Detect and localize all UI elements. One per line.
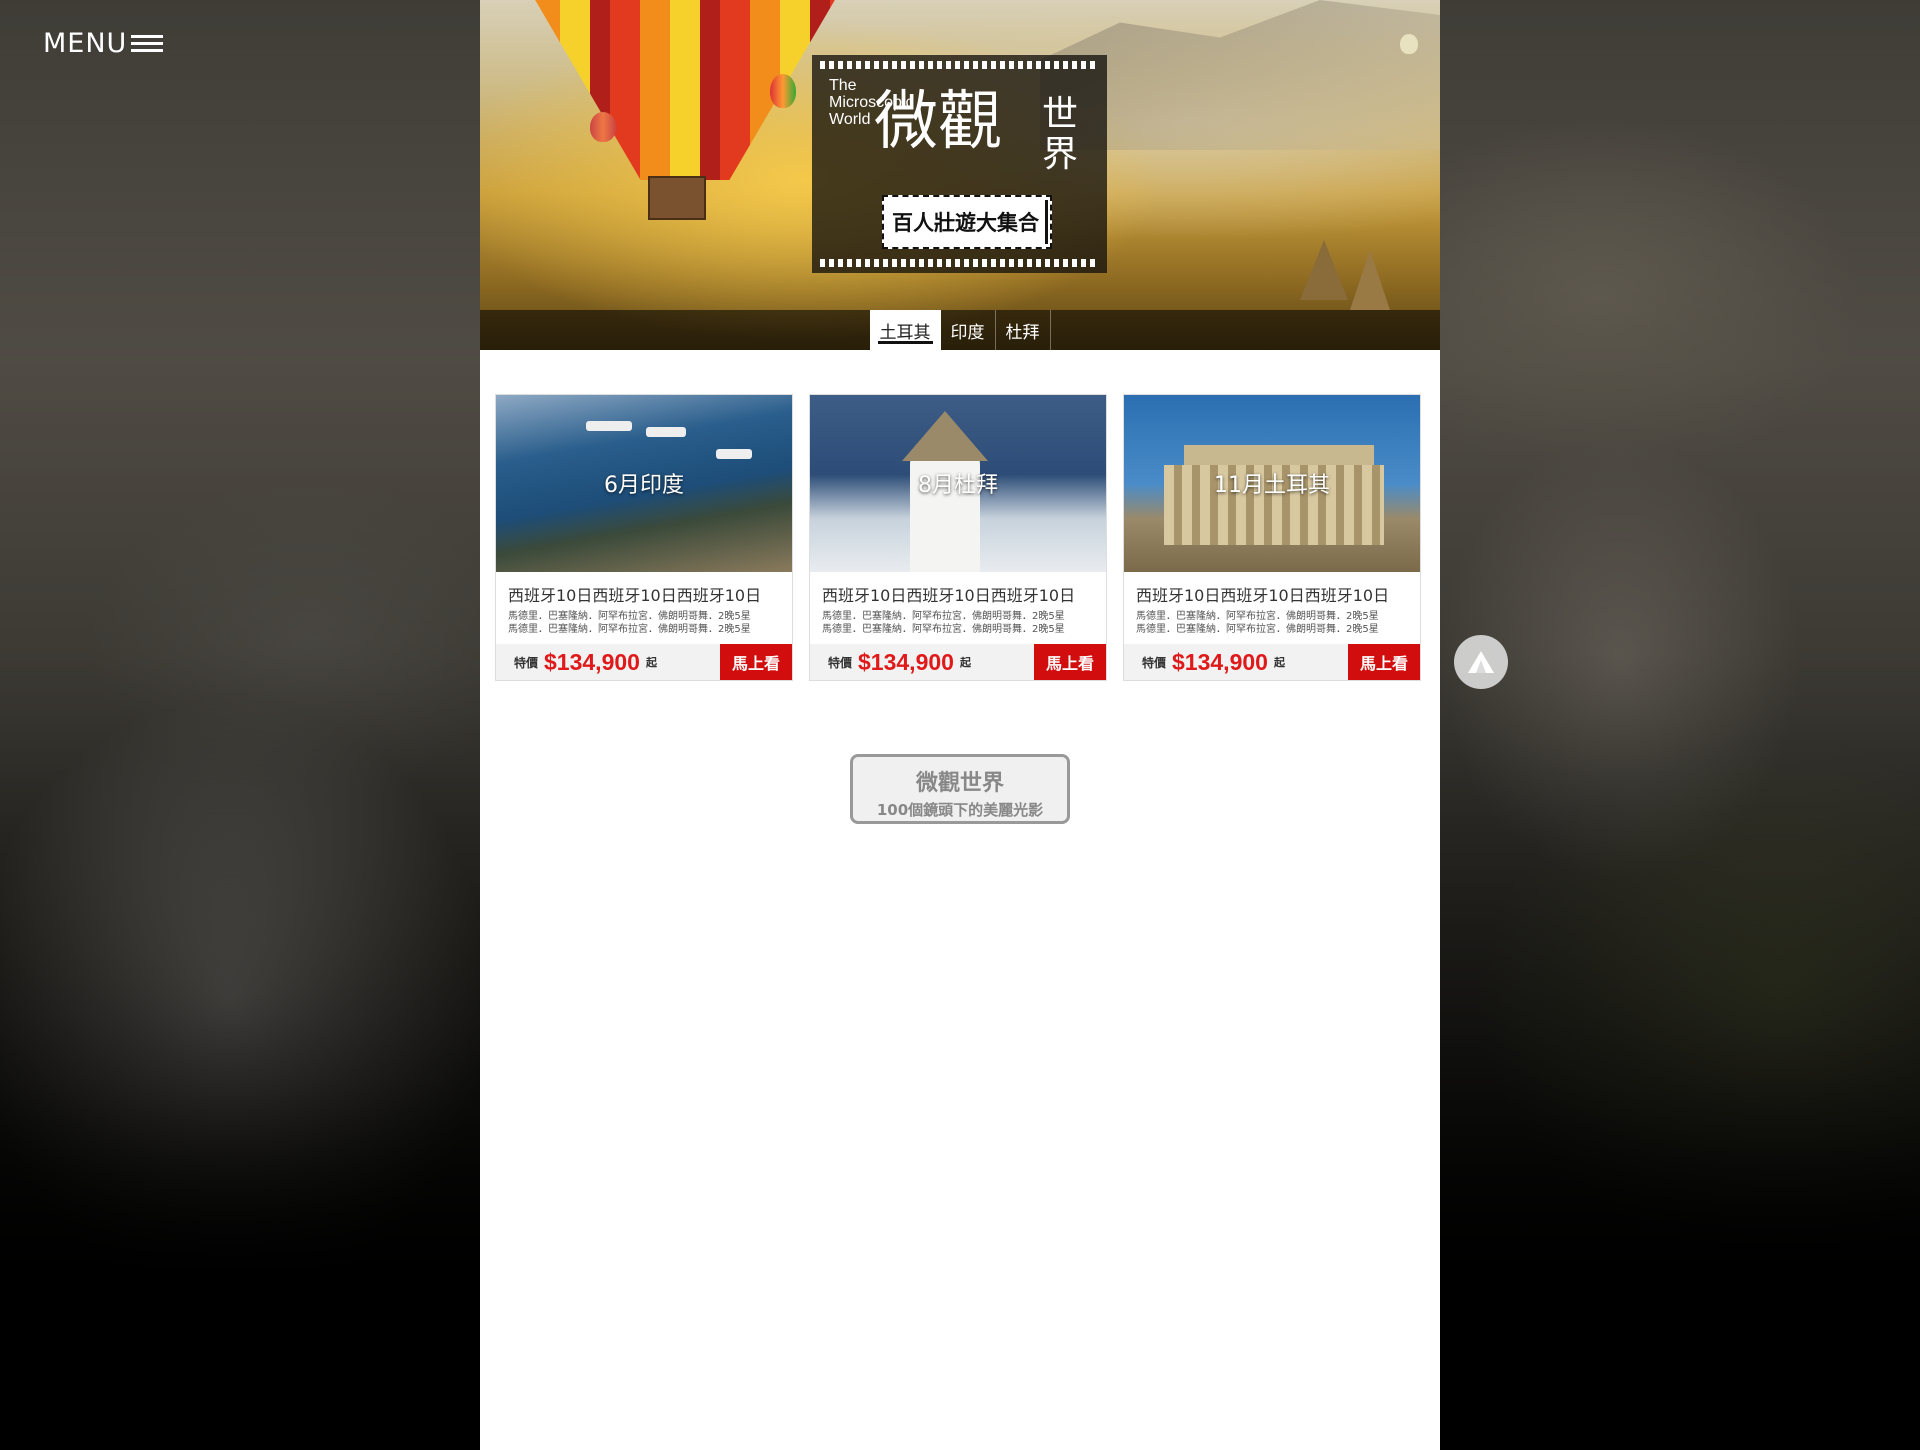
site-logo: The Microscopic World 微觀 世界 百人壯遊大集合 <box>812 55 1107 273</box>
logo-tagline-box: 百人壯遊大集合 <box>882 195 1052 249</box>
windmill-roof <box>902 411 988 461</box>
small-balloon <box>1400 34 1418 54</box>
ship-shape <box>586 421 632 431</box>
destination-tabs: 土耳其 印度 杜拜 <box>480 310 1440 350</box>
price-block: 特價 $134,900 起 <box>496 649 657 676</box>
tour-card-image: 6月印度 <box>496 395 792 572</box>
price-value: $134,900 <box>544 648 640 675</box>
tour-card-footer: 特價 $134,900 起 馬上看 <box>1124 644 1420 680</box>
menu-button[interactable]: MENU <box>43 28 164 59</box>
price-suffix: 起 <box>959 656 971 669</box>
view-now-button[interactable]: 馬上看 <box>1034 644 1106 680</box>
tour-card-desc: 馬德里．巴塞隆納．阿罕布拉宮．佛朗明哥舞．2晚5星 <box>822 624 1065 635</box>
price-label: 特價 <box>514 655 539 670</box>
price-block: 特價 $134,900 起 <box>810 649 971 676</box>
ship-shape <box>716 449 752 459</box>
tour-card[interactable]: 11月土耳其 西班牙10日西班牙10日西班牙10日 馬德里．巴塞隆納．阿罕布拉宮… <box>1123 394 1421 681</box>
small-balloon <box>770 74 796 108</box>
text-cursor <box>1045 200 1048 244</box>
tab-turkey[interactable]: 土耳其 <box>869 310 941 350</box>
film-strip-top <box>820 61 1099 69</box>
price-suffix: 起 <box>645 656 657 669</box>
tour-card-footer: 特價 $134,900 起 馬上看 <box>496 644 792 680</box>
microscopic-world-button[interactable]: 微觀世界 100個鏡頭下的美麗光影 <box>850 754 1070 824</box>
tour-card[interactable]: 6月印度 西班牙10日西班牙10日西班牙10日 馬德里．巴塞隆納．阿罕布拉宮．佛… <box>495 394 793 681</box>
price-label: 特價 <box>1142 655 1167 670</box>
logo-side-text: 世界 <box>1042 94 1079 175</box>
tour-card-caption: 11月土耳其 <box>1214 473 1330 498</box>
ship-shape <box>646 427 686 437</box>
tab-label: 土耳其 <box>879 322 931 343</box>
price-label: 特價 <box>828 655 853 670</box>
tour-card-title: 西班牙10日西班牙10日西班牙10日 <box>822 586 1076 605</box>
tour-card-desc: 馬德里．巴塞隆納．阿罕布拉宮．佛朗明哥舞．2晚5星 <box>508 611 751 622</box>
tour-card-footer: 特價 $134,900 起 馬上看 <box>810 644 1106 680</box>
view-now-button[interactable]: 馬上看 <box>720 644 792 680</box>
tour-card-list: 6月印度 西班牙10日西班牙10日西班牙10日 馬德里．巴塞隆納．阿罕布拉宮．佛… <box>495 394 1421 681</box>
price-value: $134,900 <box>1172 648 1268 675</box>
tour-card-desc: 馬德里．巴塞隆納．阿罕布拉宮．佛朗明哥舞．2晚5星 <box>1136 611 1379 622</box>
tour-card-desc: 馬德里．巴塞隆納．阿罕布拉宮．佛朗明哥舞．2晚5星 <box>508 624 751 635</box>
fairy-chimney-rock <box>1300 240 1348 300</box>
tour-card-caption: 8月杜拜 <box>918 473 998 498</box>
tab-label: 杜拜 <box>1005 322 1040 343</box>
price-block: 特價 $134,900 起 <box>1124 649 1285 676</box>
tour-card-title: 西班牙10日西班牙10日西班牙10日 <box>1136 586 1390 605</box>
tour-card[interactable]: 8月杜拜 西班牙10日西班牙10日西班牙10日 馬德里．巴塞隆納．阿罕布拉宮．佛… <box>809 394 1107 681</box>
view-now-button[interactable]: 馬上看 <box>1348 644 1420 680</box>
balloon-basket <box>648 176 706 220</box>
tab-dubai[interactable]: 杜拜 <box>996 310 1051 350</box>
small-balloon <box>590 112 616 142</box>
tour-card-title: 西班牙10日西班牙10日西班牙10日 <box>508 586 762 605</box>
tour-card-desc: 馬德里．巴塞隆納．阿罕布拉宮．佛朗明哥舞．2晚5星 <box>822 611 1065 622</box>
logo-tagline: 百人壯遊大集合 <box>892 211 1039 235</box>
main-page: The Microscopic World 微觀 世界 百人壯遊大集合 土耳其 … <box>480 0 1440 1450</box>
price-suffix: 起 <box>1273 656 1285 669</box>
tour-card-caption: 6月印度 <box>604 473 684 498</box>
film-strip-bottom <box>820 259 1099 267</box>
chevron-up-icon <box>1468 651 1494 673</box>
hamburger-icon <box>131 33 164 55</box>
more-button-title: 微觀世界 <box>915 771 1004 796</box>
tab-india[interactable]: 印度 <box>941 310 996 350</box>
hero-banner: The Microscopic World 微觀 世界 百人壯遊大集合 土耳其 … <box>480 0 1440 350</box>
tour-card-image: 8月杜拜 <box>810 395 1106 572</box>
tour-card-desc: 馬德里．巴塞隆納．阿罕布拉宮．佛朗明哥舞．2晚5星 <box>1136 624 1379 635</box>
back-to-top-button[interactable] <box>1454 635 1508 689</box>
more-button-subtitle: 100個鏡頭下的美麗光影 <box>876 801 1044 819</box>
logo-main-text: 微觀 <box>874 85 1002 159</box>
tour-card-image: 11月土耳其 <box>1124 395 1420 572</box>
price-value: $134,900 <box>858 648 954 675</box>
tab-label: 印度 <box>950 322 985 343</box>
fairy-chimney-rock <box>1350 250 1390 310</box>
menu-label: MENU <box>43 28 128 59</box>
